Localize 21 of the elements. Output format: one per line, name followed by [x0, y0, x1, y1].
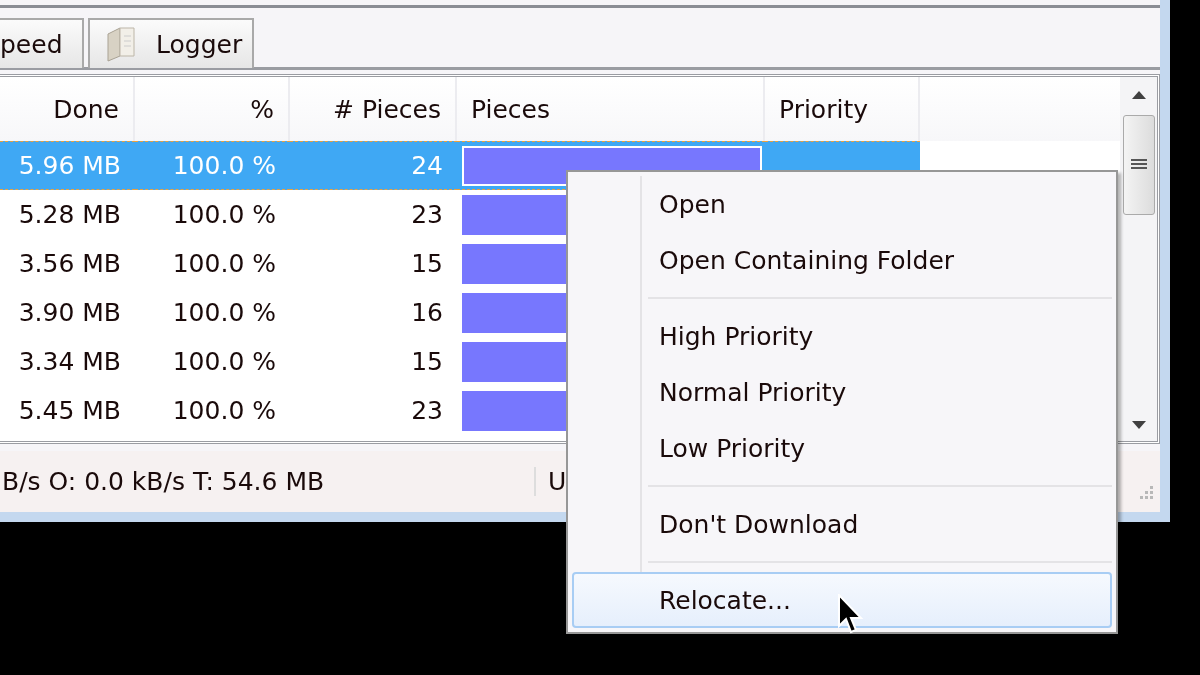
menu-item[interactable]: Open [572, 176, 1112, 232]
menu-item[interactable]: Relocate... [572, 572, 1112, 628]
column-header[interactable]: % [135, 77, 290, 141]
menu-item[interactable]: Normal Priority [572, 364, 1112, 420]
scroll-up-icon[interactable] [1131, 91, 1146, 99]
column-header[interactable]: Priority [765, 77, 920, 141]
menu-item[interactable]: Open Containing Folder [572, 232, 1112, 288]
tab[interactable]: Logger [88, 18, 255, 68]
scroll-thumb[interactable] [1122, 115, 1155, 215]
scrollbar[interactable] [1120, 77, 1157, 441]
tab[interactable]: peed [0, 18, 84, 68]
column-header[interactable]: # Pieces [290, 77, 457, 141]
table-cell: 5.96 MB [0, 141, 135, 190]
column-header[interactable]: Pieces [457, 77, 765, 141]
scroll-down-icon[interactable] [1131, 421, 1146, 429]
column-header[interactable]: Done [0, 77, 135, 141]
status-text: B/s O: 0.0 kB/s T: 54.6 MB [1, 467, 326, 496]
table-cell: 100.0 % [135, 141, 290, 190]
table-cell: 24 [290, 141, 457, 190]
menu-item[interactable]: Don't Download [572, 496, 1112, 552]
menu-item[interactable]: High Priority [572, 308, 1112, 364]
